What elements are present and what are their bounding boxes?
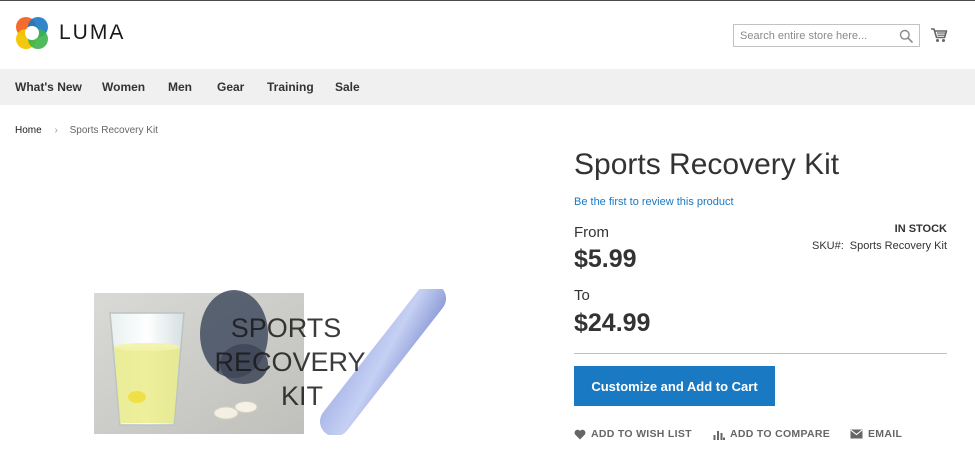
customize-add-to-cart-button[interactable]: Customize and Add to Cart: [574, 366, 775, 406]
wish-list-label: ADD TO WISH LIST: [591, 428, 692, 440]
search-icon[interactable]: [899, 29, 913, 43]
nav-item-women[interactable]: Women: [102, 80, 145, 94]
breadcrumb: Home › Sports Recovery Kit: [15, 125, 158, 136]
email-link[interactable]: EMAIL: [850, 428, 902, 440]
email-label: EMAIL: [868, 428, 903, 440]
product-image[interactable]: SPORTS RECOVERY KIT: [94, 289, 466, 435]
window-top-border: [0, 0, 975, 1]
heart-icon: [574, 429, 586, 439]
brand-name: LUMA: [59, 21, 126, 44]
product-image-text-line1: SPORTS: [231, 313, 342, 343]
add-to-compare-link[interactable]: ADD TO COMPARE: [713, 428, 830, 440]
divider: [574, 353, 947, 354]
nav-item-training[interactable]: Training: [267, 80, 314, 94]
add-to-wish-list-link[interactable]: ADD TO WISH LIST: [574, 428, 692, 440]
sku-line: SKU#: Sports Recovery Kit: [812, 240, 947, 252]
sku-label: SKU#:: [812, 240, 844, 252]
compare-icon: [713, 430, 725, 440]
breadcrumb-home-link[interactable]: Home: [15, 125, 42, 136]
chevron-right-icon: ›: [54, 125, 58, 136]
search-box[interactable]: [733, 24, 920, 47]
product-title: Sports Recovery Kit: [574, 148, 840, 181]
price-from: $5.99: [574, 245, 637, 273]
nav-item-whats-new[interactable]: What's New: [15, 80, 82, 94]
sku-value: Sports Recovery Kit: [849, 240, 947, 252]
nav-item-gear[interactable]: Gear: [217, 80, 244, 94]
breadcrumb-current: Sports Recovery Kit: [69, 125, 158, 136]
store-logo[interactable]: LUMA: [15, 16, 125, 50]
logo-icon: [16, 17, 48, 49]
product-image-text-line2: RECOVERY: [214, 347, 365, 377]
price-from-label: From: [574, 224, 609, 241]
envelope-icon: [850, 429, 863, 439]
price-to: $24.99: [574, 309, 651, 337]
main-navigation: What's New Women Men Gear Training Sale: [0, 69, 975, 105]
compare-label: ADD TO COMPARE: [730, 428, 831, 440]
cart-icon[interactable]: [930, 26, 948, 44]
stock-status: In stock: [894, 223, 947, 235]
search-input[interactable]: [734, 25, 890, 46]
price-to-label: To: [574, 287, 590, 304]
product-image-text-line3: KIT: [281, 381, 323, 411]
nav-item-men[interactable]: Men: [168, 80, 192, 94]
review-link[interactable]: Be the first to review this product: [574, 196, 734, 208]
nav-item-sale[interactable]: Sale: [335, 80, 360, 94]
